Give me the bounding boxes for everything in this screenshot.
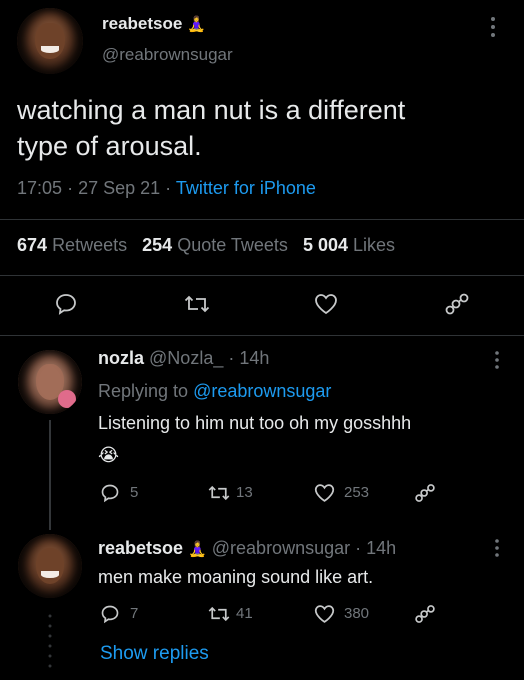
reply-avatar-nozla[interactable] (18, 350, 82, 414)
author-display-name[interactable]: reabetsoe 🧘‍♀️ (102, 14, 206, 34)
tweet-time[interactable]: 17:05 (17, 178, 62, 198)
meta-separator-2: · (165, 178, 172, 198)
quotes-label: Quote Tweets (177, 235, 288, 255)
thread-continuation-dots (48, 612, 52, 677)
reply-count: 7 (130, 605, 139, 622)
reply-text: Listening to him nut too oh my gosshhh (98, 413, 412, 433)
reply-header: reabetsoe 🧘‍♀️ @reabrownsugar · 14h (98, 538, 396, 559)
share-icon[interactable] (414, 482, 436, 504)
reply-action-bar: 7 41 380 (98, 603, 498, 625)
reply-text: men make moaning sound like art. (98, 567, 374, 587)
retweet-icon[interactable] (208, 483, 230, 503)
reply-action-bar: 5 13 253 (98, 482, 498, 504)
divider (0, 219, 524, 220)
engagement-stats: 674 Retweets 254 Quote Tweets 5 004 Like… (17, 235, 395, 256)
name-emoji: 🧘‍♀️ (188, 541, 207, 558)
reply-avatar-reabetsoe[interactable] (18, 534, 82, 598)
reply-count: 5 (130, 484, 139, 501)
replying-to-handle[interactable]: @reabrownsugar (193, 381, 331, 401)
show-replies-link[interactable]: Show replies (100, 643, 209, 665)
reply-handle[interactable]: @Nozla_ (149, 348, 223, 368)
more-options-icon[interactable] (494, 538, 500, 563)
tweet-text-line1: watching a man nut is a different (17, 95, 406, 125)
tweet-client[interactable]: Twitter for iPhone (176, 178, 316, 198)
crying-emoji: 😭 (98, 444, 119, 466)
likes-stat[interactable]: 5 004 Likes (303, 235, 395, 255)
more-options-icon[interactable] (490, 16, 496, 43)
reply-handle[interactable]: @reabrownsugar (212, 538, 350, 558)
retweets-stat[interactable]: 674 Retweets (17, 235, 132, 255)
reply-time[interactable]: 14h (239, 348, 269, 368)
reply-separator: · (228, 348, 235, 368)
like-icon[interactable] (314, 483, 335, 503)
thread-connector (49, 420, 51, 530)
retweet-icon[interactable] (208, 604, 230, 624)
quotes-stat[interactable]: 254 Quote Tweets (142, 235, 293, 255)
replying-to-label: Replying to (98, 381, 189, 401)
more-options-icon[interactable] (494, 350, 500, 375)
divider (0, 275, 524, 276)
author-handle[interactable]: @reabrownsugar (102, 45, 233, 65)
name-emoji: 🧘‍♀️ (187, 16, 206, 33)
like-count: 380 (344, 605, 370, 622)
reply-display-name[interactable]: nozla (98, 348, 144, 368)
quotes-count: 254 (142, 235, 173, 255)
retweets-count: 674 (17, 235, 48, 255)
author-avatar[interactable] (17, 8, 83, 74)
retweets-label: Retweets (52, 235, 128, 255)
like-icon[interactable] (314, 604, 335, 624)
reply-time[interactable]: 14h (366, 538, 396, 558)
display-name-text: reabetsoe (102, 14, 183, 33)
share-icon[interactable] (444, 291, 470, 317)
likes-count: 5 004 (302, 235, 348, 255)
retweet-count: 13 (236, 484, 253, 501)
like-icon[interactable] (314, 293, 338, 315)
reply-icon[interactable] (54, 292, 78, 316)
tweet-date[interactable]: 27 Sep 21 (78, 178, 160, 198)
tweet-text: watching a man nut is a different type o… (17, 92, 405, 164)
reply-header: nozla @Nozla_ · 14h (98, 348, 269, 369)
tweet-text-line2: type of arousal. (17, 131, 202, 161)
reply-separator: · (355, 538, 362, 558)
crying-emoji-glyph: 😭 (98, 445, 120, 465)
retweet-icon[interactable] (184, 293, 210, 315)
divider (0, 335, 524, 336)
meta-separator: · (67, 178, 74, 198)
reply-icon[interactable] (100, 604, 120, 624)
reply-icon[interactable] (100, 483, 120, 503)
retweet-count: 41 (236, 605, 253, 622)
like-count: 253 (344, 484, 370, 501)
share-icon[interactable] (414, 603, 436, 625)
reply-display-name[interactable]: reabetsoe (98, 538, 183, 558)
tweet-meta: 17:05 · 27 Sep 21 · Twitter for iPhone (17, 178, 316, 199)
likes-label: Likes (353, 235, 396, 255)
replying-to: Replying to @reabrownsugar (98, 381, 331, 402)
